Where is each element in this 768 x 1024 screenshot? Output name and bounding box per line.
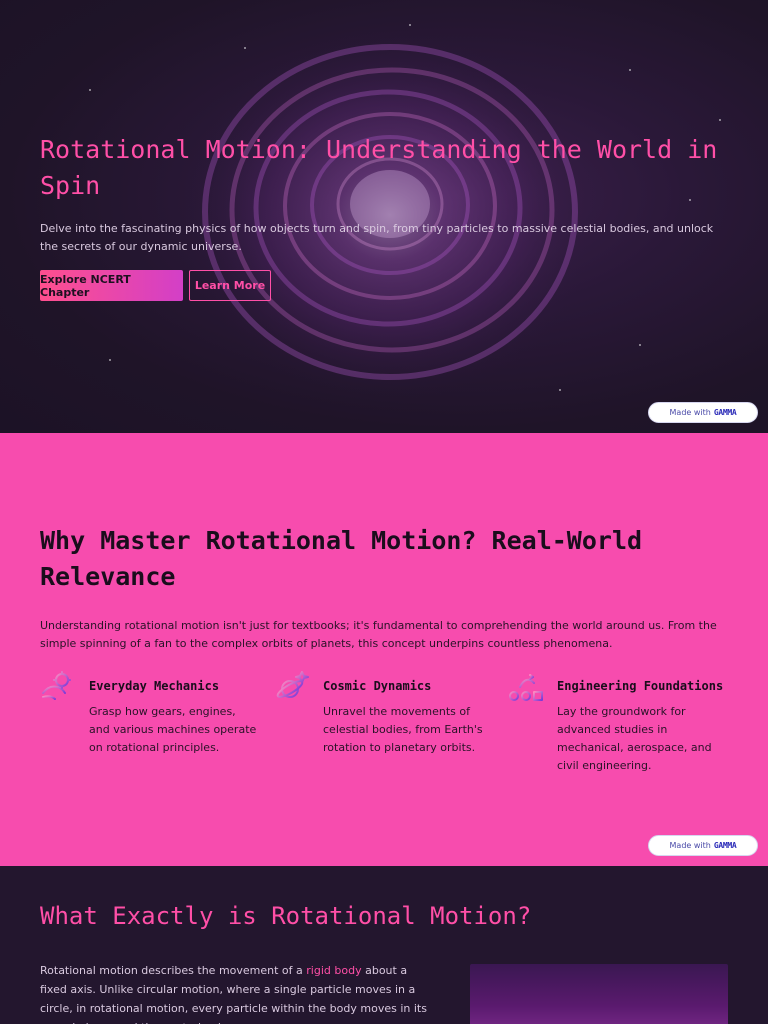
- what-title: What Exactly is Rotational Motion?: [40, 902, 532, 930]
- planet-icon: [276, 671, 309, 698]
- made-with-gamma-badge[interactable]: Made with GAMMA: [648, 402, 758, 423]
- feature-description: Unravel the movements of celestial bodie…: [323, 705, 483, 754]
- engineering-icon: [509, 674, 543, 701]
- gamma-logo: GAMMA: [713, 408, 737, 417]
- hero-section: Rotational Motion: Understanding the Wor…: [0, 0, 768, 433]
- what-desc-before: Rotational motion describes the movement…: [40, 964, 307, 977]
- gamma-logo: GAMMA: [713, 841, 737, 850]
- why-description: Understanding rotational motion isn't ju…: [40, 619, 717, 650]
- why-section: Why Master Rotational Motion? Real-World…: [0, 433, 768, 866]
- badge-prefix: Made with: [669, 841, 711, 850]
- rotational-motion-image: [470, 964, 728, 1024]
- feature-title: Engineering Foundations: [557, 679, 724, 693]
- what-section: What Exactly is Rotational Motion? Rotat…: [0, 866, 768, 1024]
- learn-more-button[interactable]: Learn More: [189, 270, 271, 301]
- why-title: Why Master Rotational Motion? Real-World…: [40, 526, 643, 591]
- made-with-gamma-badge[interactable]: Made with GAMMA: [648, 835, 758, 856]
- feature-title: Cosmic Dynamics: [323, 679, 432, 693]
- feature-description: Lay the groundwork for advanced studies …: [557, 705, 712, 772]
- explore-ncert-chapter-button[interactable]: Explore NCERT Chapter: [40, 270, 183, 301]
- what-description: Rotational motion describes the movement…: [40, 961, 430, 1024]
- badge-prefix: Made with: [669, 408, 711, 417]
- hero-title: Rotational Motion: Understanding the Wor…: [40, 135, 718, 200]
- rigid-body-link[interactable]: rigid body: [306, 964, 361, 977]
- galaxy-background: [89, 24, 721, 400]
- feature-title: Everyday Mechanics: [89, 679, 220, 693]
- hero-description: Delve into the fascinating physics of ho…: [40, 222, 714, 253]
- hand-gear-icon: [42, 671, 71, 700]
- feature-description: Grasp how gears, engines, and various ma…: [89, 705, 257, 754]
